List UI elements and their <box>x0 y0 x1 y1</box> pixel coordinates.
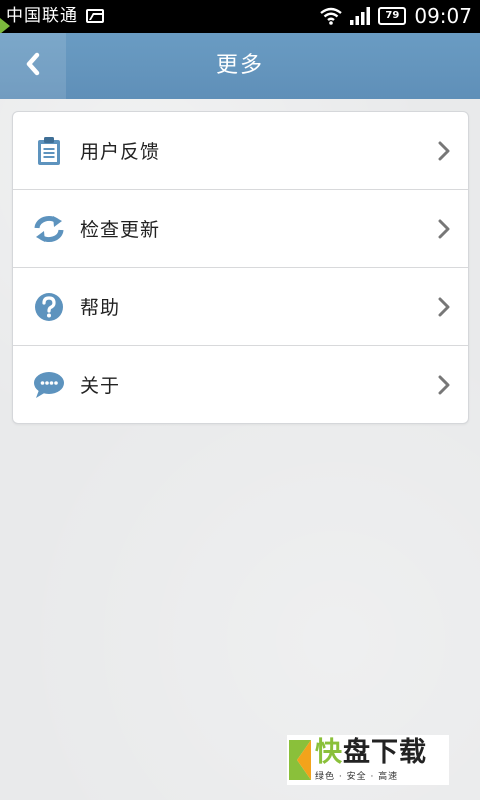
menu-item-help[interactable]: 帮助 <box>13 268 468 346</box>
carrier-name: 中国联通 <box>6 6 78 26</box>
watermark-tagline: 绿色 · 安全 · 高速 <box>315 771 399 782</box>
clipboard-icon <box>32 134 66 168</box>
refresh-icon <box>32 212 66 246</box>
menu-item-label: 关于 <box>80 375 121 397</box>
wifi-icon <box>320 7 343 25</box>
menu-item-label: 帮助 <box>80 297 121 319</box>
menu-item-label: 用户反馈 <box>80 141 161 163</box>
chevron-right-icon <box>438 219 450 243</box>
menu-item-feedback[interactable]: 用户反馈 <box>13 112 468 190</box>
signal-icon <box>350 7 371 25</box>
chevron-left-icon <box>25 52 41 80</box>
menu-item-label: 检查更新 <box>80 219 161 241</box>
image-notification-icon <box>86 9 104 23</box>
top-bar: 更多 <box>0 33 480 99</box>
back-button[interactable] <box>0 33 66 99</box>
watermark-brand: 快盘下载 <box>315 736 427 768</box>
settings-menu: 用户反馈 检查更新 帮助 关于 <box>12 111 469 424</box>
chevron-right-icon <box>438 375 450 399</box>
clock: 09:07 <box>414 4 472 28</box>
k-logo-icon <box>289 740 311 780</box>
help-icon <box>32 290 66 324</box>
status-bar: 中国联通 79 09:07 <box>0 0 480 34</box>
watermark-logo: 快盘下载 绿色 · 安全 · 高速 <box>287 735 449 785</box>
page-title: 更多 <box>215 53 264 78</box>
chevron-right-icon <box>438 141 450 165</box>
menu-item-check-update[interactable]: 检查更新 <box>13 190 468 268</box>
battery-icon: 79 <box>378 7 407 25</box>
chat-bubble-icon <box>32 368 66 402</box>
menu-item-about[interactable]: 关于 <box>13 346 468 423</box>
chevron-right-icon <box>438 297 450 321</box>
